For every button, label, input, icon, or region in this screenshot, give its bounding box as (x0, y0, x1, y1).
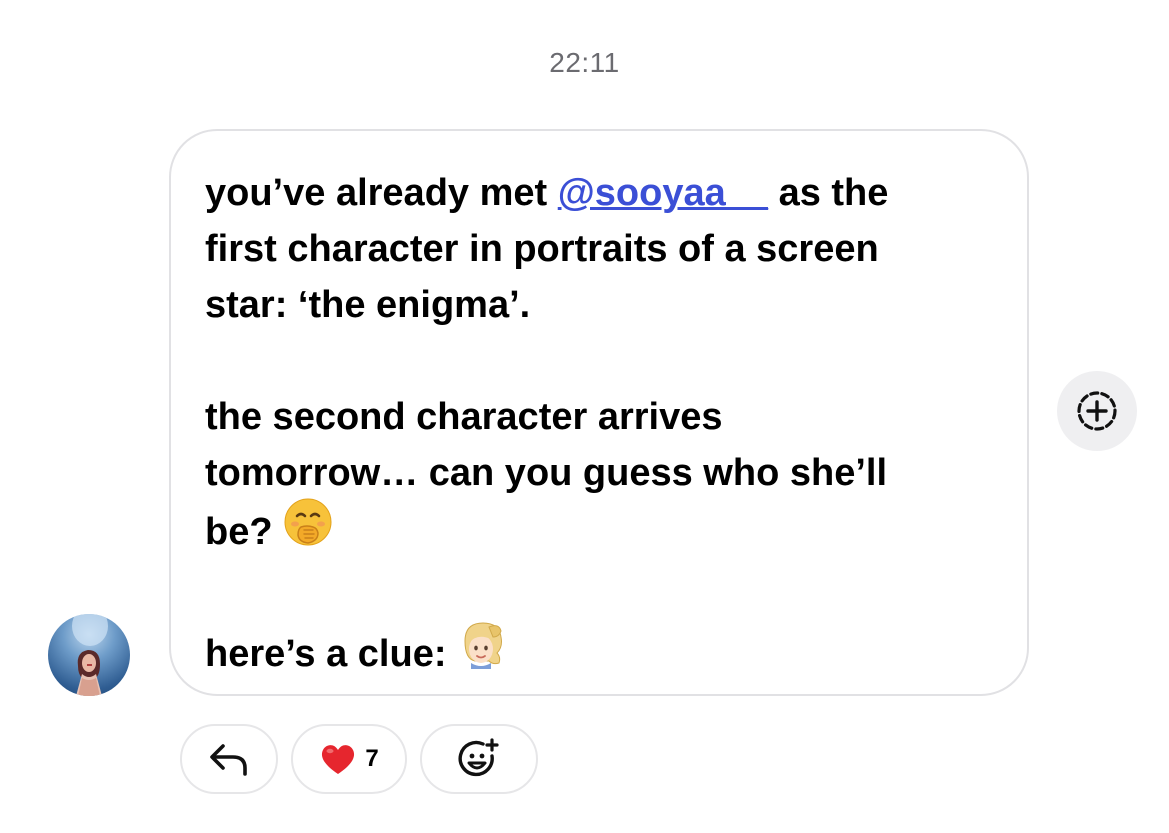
add-emoji-icon (458, 738, 499, 777)
heart-reaction-button[interactable]: 7 (291, 724, 407, 794)
message-line-1: you’ve already met @sooyaa__ as the (205, 165, 997, 221)
message-line-4: the second character arrives (205, 396, 723, 438)
sender-avatar[interactable] (48, 614, 130, 696)
message-text: as the (768, 172, 889, 214)
message-bubble[interactable]: you’ve already met @sooyaa__ as the firs… (169, 129, 1029, 696)
avatar-portrait-icon (72, 614, 108, 696)
message-text: you’ve already met (205, 172, 558, 214)
heart-icon (322, 745, 355, 774)
blonde-ponytail-person-emoji (457, 619, 505, 685)
heart-reaction-count: 7 (365, 745, 379, 772)
message-text: here’s a clue: (205, 633, 447, 676)
message-timestamp: 22:11 (549, 47, 620, 78)
message-line-3: star: ‘the enigma’. (205, 284, 531, 326)
add-reaction-button[interactable] (1057, 371, 1137, 451)
add-emoji-reaction-button[interactable] (420, 724, 538, 794)
message-text: be? (205, 511, 273, 554)
mention-link[interactable]: @sooyaa__ (558, 172, 768, 214)
message-line-7: here’s a clue: (205, 622, 997, 689)
face-with-hand-over-mouth-emoji (283, 497, 333, 563)
add-reaction-icon (1077, 391, 1117, 431)
reply-button[interactable] (180, 724, 278, 794)
message-line-6: be? (205, 498, 997, 567)
reply-arrow-icon (210, 744, 247, 776)
message-line-5: tomorrow… can you guess who she’ll (205, 452, 887, 494)
message-line-2: first character in portraits of a screen (205, 228, 879, 270)
